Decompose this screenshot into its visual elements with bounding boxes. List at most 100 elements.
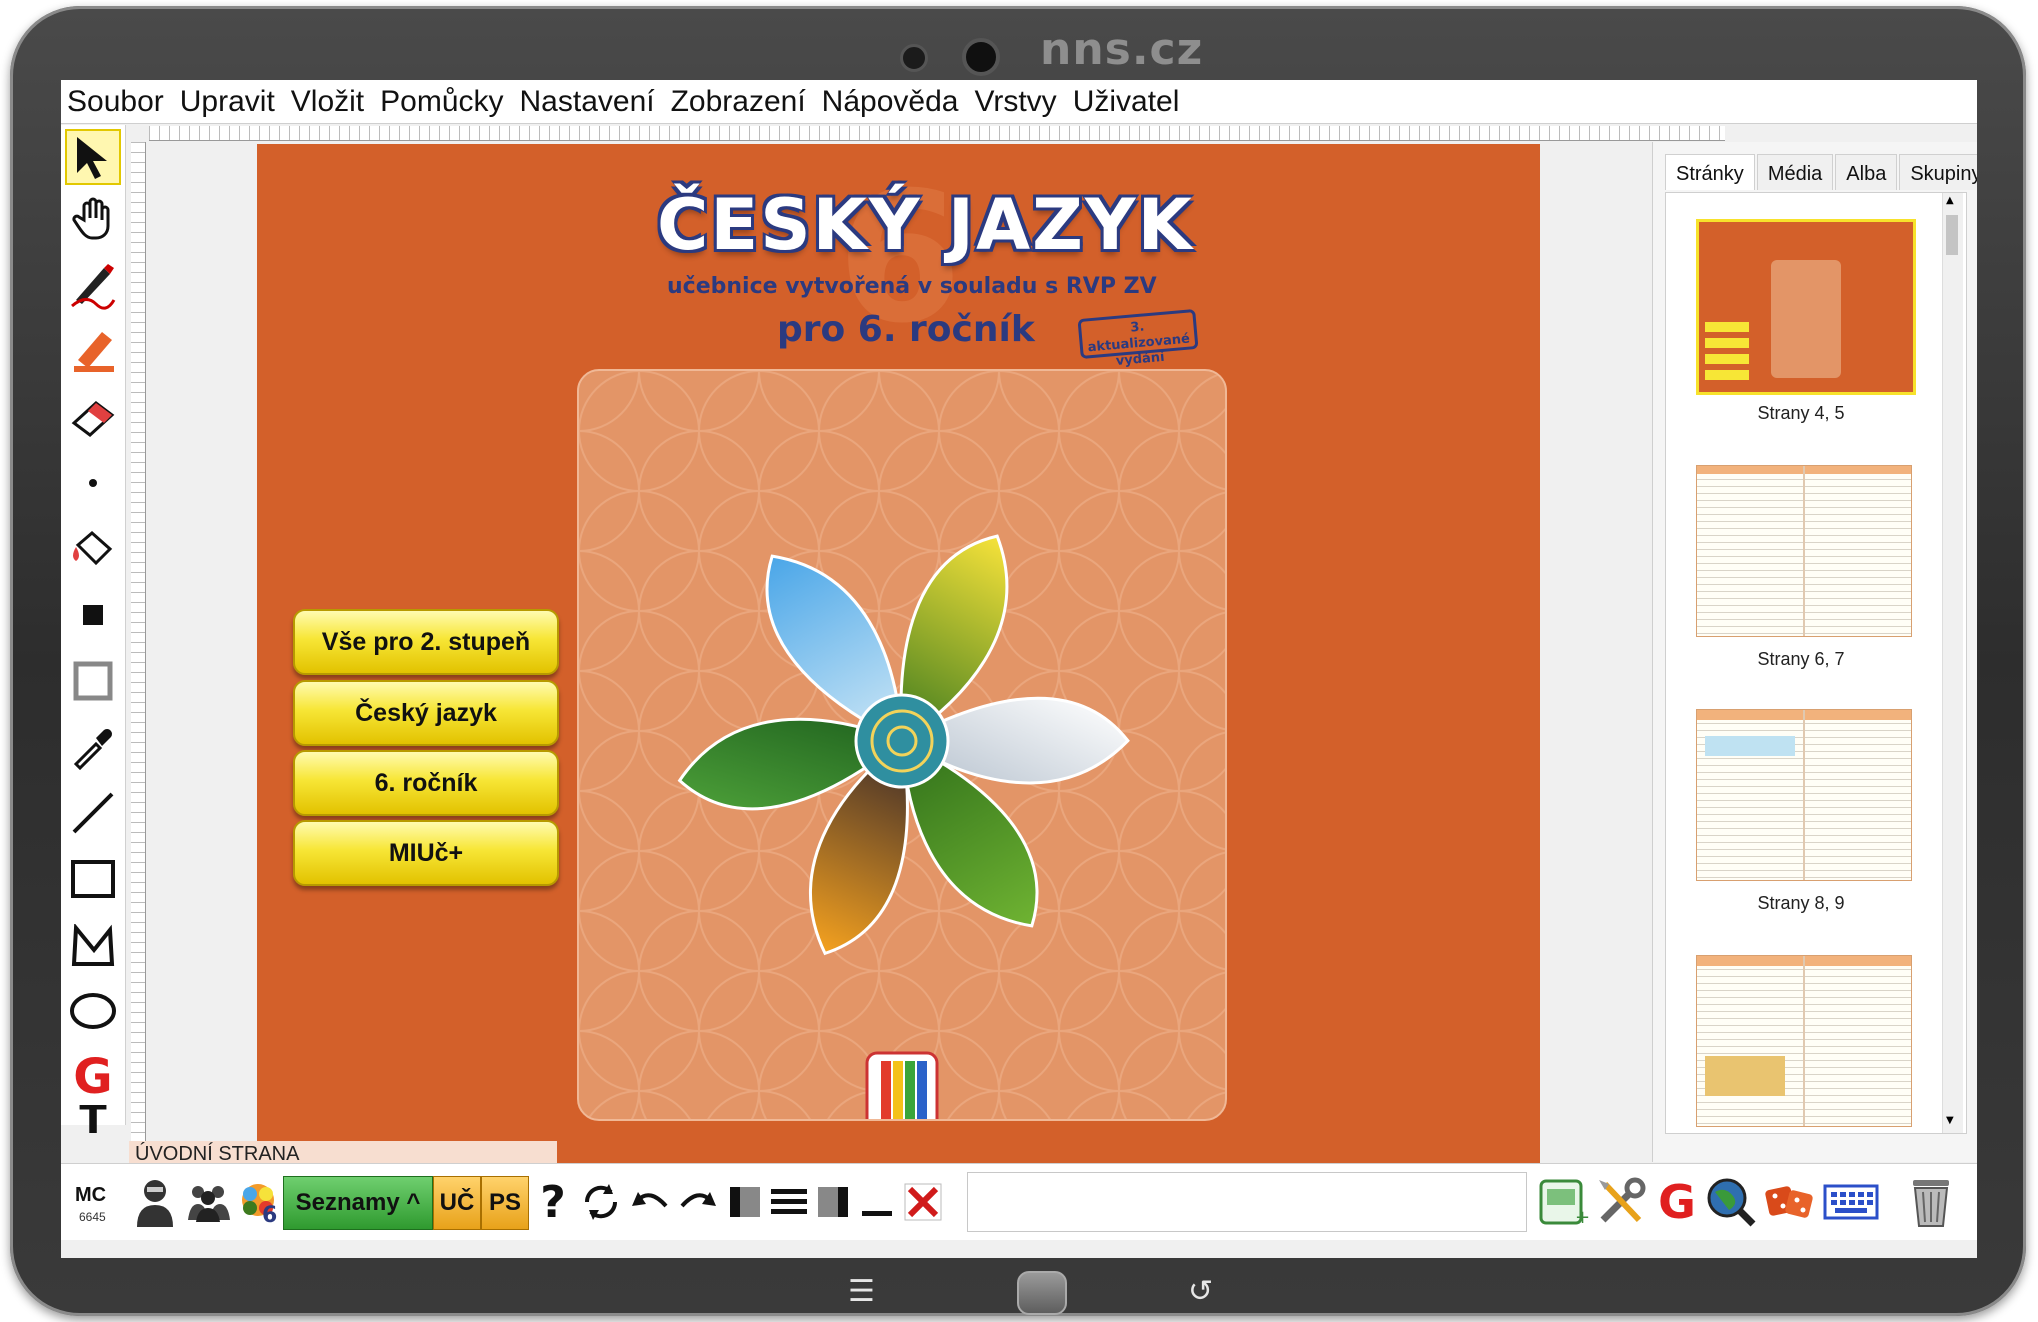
- dot-icon: [89, 479, 97, 487]
- geogebra-icon: G: [1658, 1175, 1696, 1229]
- text-tool-button[interactable]: T: [65, 1105, 121, 1135]
- tools-icon: [1599, 1177, 1646, 1223]
- geogebra-icon: G: [73, 1049, 113, 1105]
- undo-button[interactable]: [627, 1174, 673, 1230]
- teacher-icon: [137, 1180, 173, 1227]
- tab-stranky[interactable]: Stránky: [1665, 154, 1755, 190]
- polygon-icon: [71, 924, 115, 966]
- page-thumbnail[interactable]: [1696, 709, 1912, 881]
- page-thumbnail[interactable]: [1696, 219, 1916, 395]
- select-tool-button[interactable]: [65, 129, 121, 185]
- cesky-jazyk-button[interactable]: Český jazyk: [293, 680, 559, 746]
- eyedropper-icon: [73, 729, 112, 770]
- dice-icon: [1765, 1186, 1813, 1218]
- menu-soubor[interactable]: Soubor: [67, 85, 164, 119]
- miuc-plus-button[interactable]: MIUč+: [293, 820, 559, 886]
- home-hw-button[interactable]: [1017, 1271, 1067, 1315]
- arrow-icon: [77, 137, 107, 179]
- trash-button[interactable]: [1903, 1174, 1959, 1230]
- tab-alba[interactable]: Alba: [1835, 154, 1898, 190]
- uc-button[interactable]: UČ: [433, 1176, 481, 1230]
- cover-title: ČESKÝ JAZYK: [657, 184, 1194, 266]
- menu-zobrazeni[interactable]: Zobrazení: [671, 85, 806, 119]
- hand-tool-button[interactable]: [65, 191, 121, 247]
- vse-pro-2-stupen-button[interactable]: Vše pro 2. stupeň: [293, 609, 559, 675]
- redo-button[interactable]: [675, 1174, 721, 1230]
- list-icon: [771, 1189, 807, 1214]
- page-thumbnail[interactable]: [1696, 955, 1912, 1127]
- tab-media[interactable]: Média: [1756, 154, 1834, 190]
- pages-panel: Stránky Média Alba Skupiny Strany 4, 5 S…: [1652, 142, 1977, 1162]
- filled-square-icon: [83, 605, 103, 625]
- rectangle-icon: [71, 860, 115, 898]
- ps-button[interactable]: PS: [481, 1176, 529, 1230]
- page-thumbnail[interactable]: [1696, 465, 1912, 637]
- rect-tool-button[interactable]: [65, 851, 121, 907]
- text-icon: T: [79, 1105, 107, 1135]
- globe-search-icon: [1707, 1178, 1756, 1227]
- tablet-keyboard-button[interactable]: +: [1535, 1174, 1591, 1230]
- menu-vrstvy[interactable]: Vrstvy: [974, 85, 1056, 119]
- menu-upravit[interactable]: Upravit: [180, 85, 275, 119]
- eraser-tool-button[interactable]: [65, 389, 121, 445]
- minimize-button[interactable]: [857, 1174, 897, 1230]
- menu-bar: Soubor Upravit Vložit Pomůcky Nastavení …: [61, 80, 1977, 124]
- polygon-tool-button[interactable]: [65, 917, 121, 973]
- tools-button[interactable]: [1593, 1174, 1649, 1230]
- right-panel-toggle-button[interactable]: [813, 1174, 853, 1230]
- eyedropper-tool-button[interactable]: [65, 719, 121, 775]
- menu-napoveda[interactable]: Nápověda: [822, 85, 959, 119]
- highlighter-tool-button[interactable]: [65, 323, 121, 379]
- seznamy-button[interactable]: Seznamy ^: [283, 1176, 433, 1230]
- fill-bucket-icon: [73, 531, 113, 566]
- menu-vlozit[interactable]: Vložit: [291, 85, 364, 119]
- highlighter-icon: [74, 332, 114, 372]
- outline-rect-tool-button[interactable]: [65, 653, 121, 709]
- command-input[interactable]: [967, 1172, 1527, 1232]
- mc-label[interactable]: MC: [75, 1184, 106, 1207]
- flower-illustration: [579, 371, 1225, 1119]
- 6-rocnik-button[interactable]: 6. ročník: [293, 750, 559, 816]
- keyboard-button[interactable]: [1821, 1174, 1881, 1230]
- camera-icon: [900, 44, 928, 72]
- camera-lens-icon: [962, 38, 1000, 76]
- fill-tool-button[interactable]: [65, 521, 121, 577]
- dice-button[interactable]: [1761, 1174, 1817, 1230]
- menu-uzivatel[interactable]: Uživatel: [1073, 85, 1180, 119]
- filled-rect-tool-button[interactable]: [65, 587, 121, 643]
- menu-nastaveni[interactable]: Nastavení: [520, 85, 655, 119]
- menu-hw-icon[interactable]: ☰: [848, 1274, 875, 1309]
- page-canvas[interactable]: 6 ČESKÝ JAZYK učebnice vytvořená v soula…: [257, 144, 1540, 1163]
- refresh-button[interactable]: [577, 1174, 625, 1230]
- ellipse-tool-button[interactable]: [65, 983, 121, 1039]
- pen-icon: [71, 264, 116, 310]
- geogebra-button[interactable]: G: [1653, 1174, 1701, 1230]
- bottom-toolbar: MC 6645 6 Seznamy ^ UČ PS ? + G: [61, 1163, 1977, 1240]
- help-button[interactable]: ?: [533, 1174, 573, 1230]
- trash-icon: [1913, 1180, 1949, 1227]
- mc-code: 6645: [79, 1210, 106, 1224]
- dot-tool-button[interactable]: [65, 455, 121, 511]
- menu-toggle-button[interactable]: [769, 1174, 809, 1230]
- close-button[interactable]: [901, 1174, 945, 1230]
- outline-square-icon: [73, 661, 113, 701]
- pen-tool-button[interactable]: [65, 257, 121, 313]
- menu-pomucky[interactable]: Pomůcky: [380, 85, 503, 119]
- left-panel-toggle-button[interactable]: [725, 1174, 765, 1230]
- thumbnail-scrollbar[interactable]: ▲ ▼: [1942, 193, 1963, 1133]
- cover-grade: pro 6. ročník: [777, 309, 1035, 350]
- tab-skupiny[interactable]: Skupiny: [1899, 154, 1977, 190]
- line-icon: [72, 792, 114, 834]
- user-button[interactable]: [131, 1174, 179, 1230]
- eraser-icon: [71, 401, 115, 437]
- back-hw-icon[interactable]: ↺: [1188, 1274, 1213, 1309]
- thumbnail-label: Strany 6, 7: [1757, 649, 1845, 669]
- class-button[interactable]: [185, 1174, 233, 1230]
- geogebra-tool-button[interactable]: G: [65, 1049, 121, 1105]
- tablet-icon: +: [1539, 1179, 1589, 1227]
- web-search-button[interactable]: [1703, 1174, 1759, 1230]
- redo-icon: [680, 1192, 716, 1208]
- line-tool-button[interactable]: [65, 785, 121, 841]
- grade-6-button[interactable]: 6: [237, 1174, 281, 1230]
- close-icon: [904, 1183, 942, 1221]
